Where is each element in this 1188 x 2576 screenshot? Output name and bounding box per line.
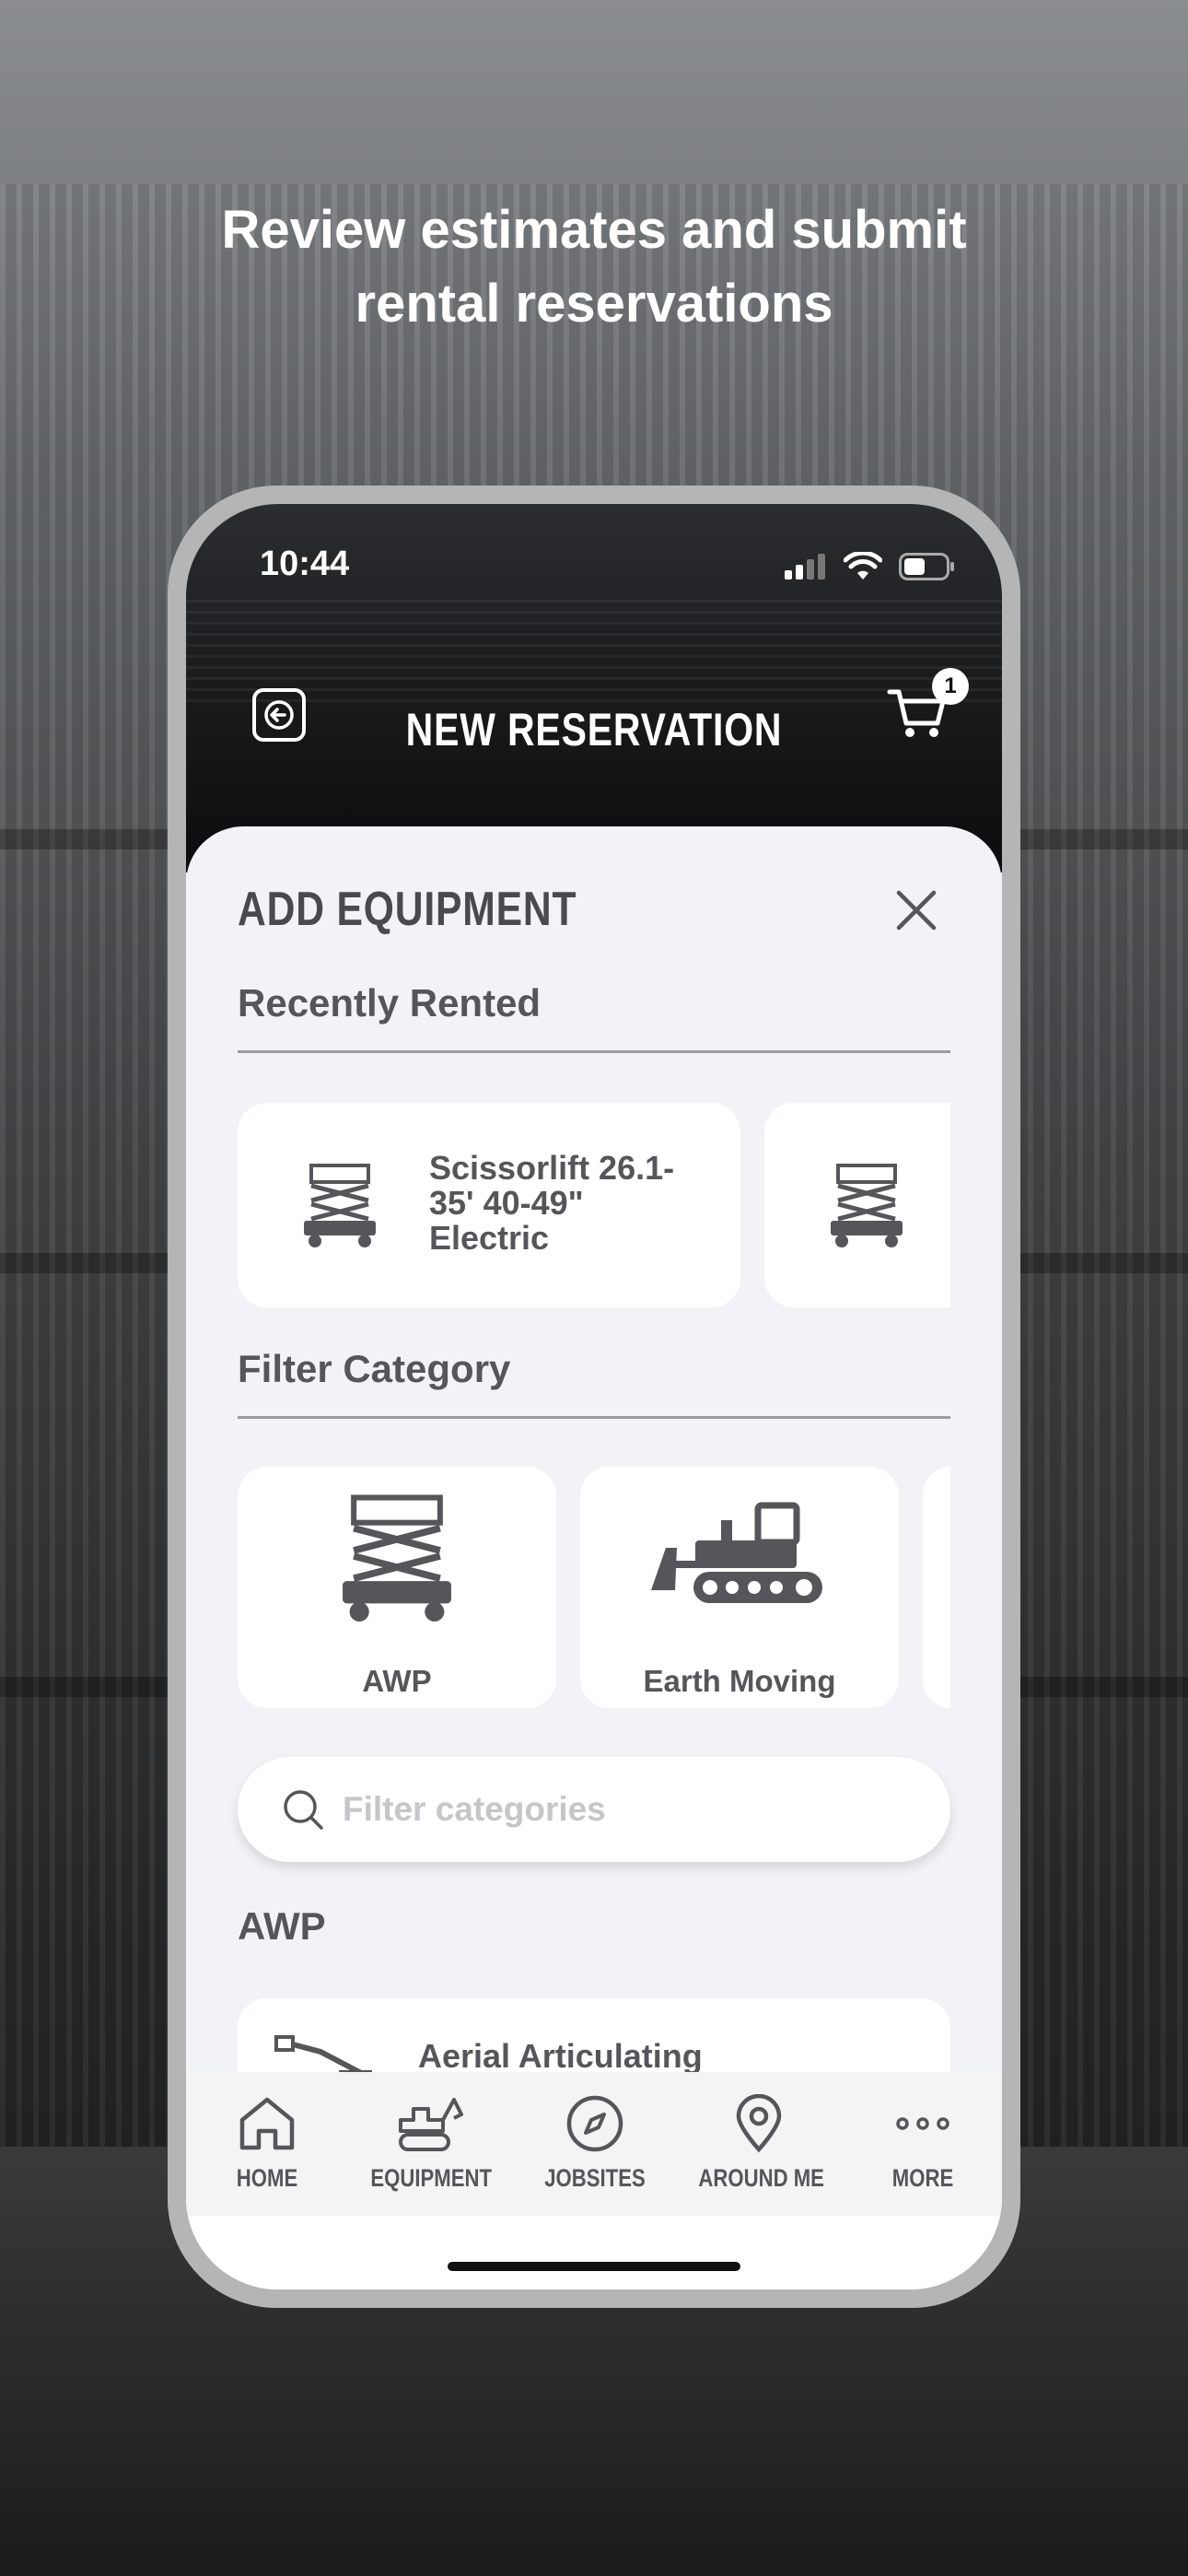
- tab-around-me[interactable]: AROUND ME: [685, 2094, 833, 2205]
- tab-label: MORE: [891, 2164, 954, 2192]
- status-time: 10:44: [260, 544, 350, 583]
- recent-equipment-card[interactable]: [764, 1103, 950, 1307]
- category-label: AWP: [362, 1664, 432, 1698]
- more-dots-icon: [896, 2117, 949, 2130]
- recent-equipment-name: Scissorlift 26.1-35' 40-49" Electric: [429, 1149, 675, 1257]
- excavator-icon: [399, 2098, 463, 2151]
- tab-label: EQUIPMENT: [370, 2164, 493, 2192]
- divider: [238, 1050, 950, 1053]
- tab-equipment[interactable]: EQUIPMENT: [357, 2094, 505, 2205]
- headline-line-1: Review estimates and submit: [221, 200, 967, 260]
- phone-screen: 10:44 NEW RESERVATION 1 ADD EQUIPMENT Re…: [186, 504, 1002, 2289]
- cart-count-badge: 1: [932, 668, 969, 705]
- tab-more[interactable]: MORE: [849, 2094, 996, 2205]
- close-button[interactable]: [895, 889, 938, 931]
- filter-category-label: Filter Category: [238, 1347, 511, 1390]
- tab-jobsites[interactable]: JOBSITES: [521, 2094, 669, 2205]
- status-icons: [785, 552, 956, 581]
- tab-label: AROUND ME: [698, 2164, 824, 2192]
- recently-rented-label: Recently Rented: [238, 981, 542, 1025]
- wifi-icon: [844, 552, 882, 580]
- scissor-lift-icon: [831, 1164, 903, 1247]
- battery-icon: [899, 553, 954, 580]
- category-card-earth-moving[interactable]: Earth Moving: [580, 1467, 899, 1708]
- category-icon-wrap: [580, 1494, 899, 1633]
- equipment-list-item-name: Aerial Articulating: [418, 2037, 703, 2075]
- category-icon-wrap: [238, 1494, 556, 1633]
- add-equipment-sheet: ADD EQUIPMENT Recently Rented Scissorlif…: [186, 826, 1002, 2289]
- category-card-next[interactable]: [923, 1467, 950, 1708]
- tab-label: HOME: [236, 2164, 298, 2192]
- compass-icon: [566, 2095, 623, 2152]
- page-title: NEW RESERVATION: [405, 704, 783, 755]
- home-indicator: [448, 2262, 740, 2271]
- search-icon: [284, 1790, 323, 1830]
- recent-equipment-card[interactable]: Scissorlift 26.1-35' 40-49" Electric: [238, 1103, 740, 1307]
- sheet-title: ADD EQUIPMENT: [238, 883, 577, 936]
- bulldozer-icon: [651, 1502, 822, 1603]
- scissor-lift-icon: [304, 1164, 376, 1247]
- divider: [238, 1416, 950, 1419]
- home-icon: [239, 2097, 295, 2150]
- scissor-lift-icon: [343, 1494, 451, 1622]
- cellular-signal-icon: [785, 554, 825, 580]
- marketing-headline: Review estimates and submit rental reser…: [0, 193, 1188, 341]
- awp-section-heading: AWP: [238, 1904, 326, 1948]
- close-icon: [896, 890, 937, 931]
- category-card-awp[interactable]: AWP: [238, 1467, 556, 1708]
- tab-home[interactable]: HOME: [193, 2094, 341, 2205]
- category-search: [238, 1757, 950, 1862]
- category-label: Earth Moving: [643, 1664, 836, 1698]
- tab-label: JOBSITES: [544, 2164, 646, 2192]
- bottom-tab-bar: HOME EQUIPMENT JOBSITES AROUND ME MORE: [186, 2072, 1002, 2289]
- headline-line-2: rental reservations: [355, 274, 833, 334]
- search-input[interactable]: [343, 1757, 914, 1862]
- map-pin-icon: [736, 2094, 782, 2153]
